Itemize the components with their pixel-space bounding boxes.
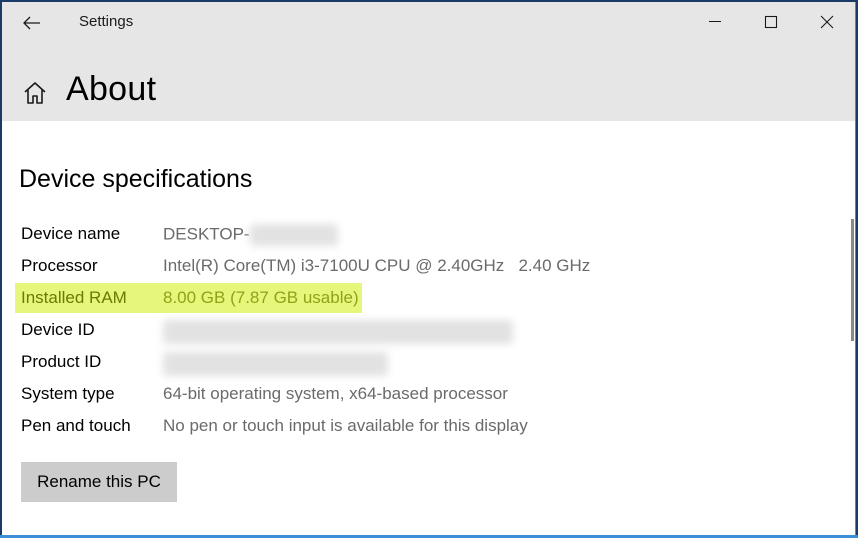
close-icon <box>820 15 834 29</box>
scrollbar-thumb[interactable] <box>851 219 854 341</box>
spec-label: Pen and touch <box>21 416 131 435</box>
redacted-block <box>163 352 388 376</box>
maximize-button[interactable] <box>746 4 796 40</box>
spec-value: Intel(R) Core(TM) i3-7100U CPU @ 2.40GHz… <box>163 256 591 275</box>
settings-window: Settings About Device specifications Dev… <box>2 2 856 537</box>
spec-label: Product ID <box>21 352 102 371</box>
back-arrow-icon <box>23 16 40 30</box>
close-button[interactable] <box>802 4 852 40</box>
spec-value <box>163 320 513 344</box>
spec-value: No pen or touch input is available for t… <box>163 416 528 435</box>
back-button[interactable] <box>18 10 46 36</box>
rename-pc-button[interactable]: Rename this PC <box>21 462 177 502</box>
maximize-icon <box>764 15 778 29</box>
spec-label: Installed RAM <box>21 288 127 307</box>
redacted-block <box>249 224 338 246</box>
spec-value: 8.00 GB (7.87 GB usable) <box>163 288 359 307</box>
spec-label: Processor <box>21 256 98 275</box>
header: Settings About <box>2 2 855 121</box>
section-title: Device specifications <box>19 165 253 193</box>
minimize-button[interactable] <box>690 4 740 40</box>
home-icon[interactable] <box>22 80 48 106</box>
spec-value: 64-bit operating system, x64-based proce… <box>163 384 508 403</box>
spec-label: Device name <box>21 224 121 243</box>
spec-value: DESKTOP- <box>163 224 338 246</box>
redacted-block <box>163 320 513 344</box>
spec-label: System type <box>21 384 115 403</box>
app-title: Settings <box>79 13 134 30</box>
page-title: About <box>66 70 157 108</box>
spec-value <box>163 352 388 376</box>
minimize-icon <box>709 21 721 22</box>
spec-label: Device ID <box>21 320 95 339</box>
